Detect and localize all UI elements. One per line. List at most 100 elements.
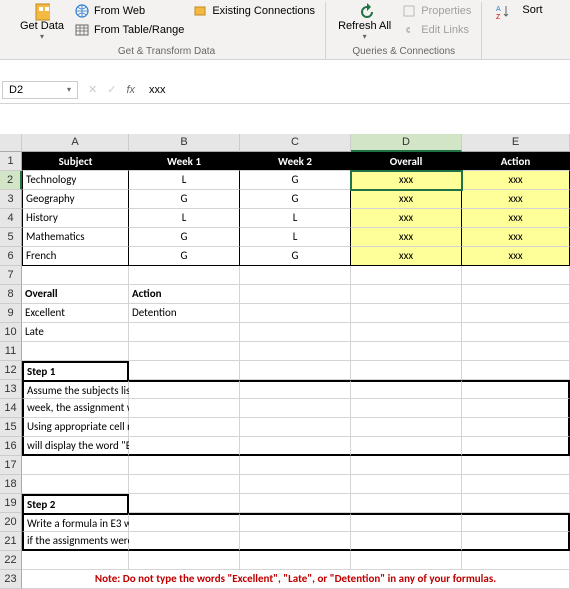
cell[interactable]: will display the word "Excellent" if the… [22,437,129,456]
cell[interactable]: Action [462,152,570,171]
cell[interactable] [351,437,462,456]
cell[interactable]: Late [22,323,129,342]
cell[interactable]: Detention [129,304,240,323]
cell[interactable]: xxx [351,247,462,266]
cell[interactable] [351,361,462,380]
cell[interactable] [462,475,570,494]
cell[interactable] [351,475,462,494]
from-table-button[interactable]: From Table/Range [72,21,186,39]
cell[interactable] [351,532,462,551]
cell[interactable]: xxx [462,247,570,266]
cell[interactable]: L [240,209,351,228]
cell[interactable] [351,304,462,323]
cell[interactable] [462,513,570,532]
cell[interactable]: Mathematics [22,228,129,247]
cell[interactable] [240,551,351,570]
select-all-corner[interactable] [0,134,22,152]
cell[interactable] [129,361,240,380]
cell[interactable]: xxx [351,209,462,228]
row-header[interactable]: 13 [0,380,22,399]
cell[interactable] [22,342,129,361]
cell[interactable] [351,380,462,399]
cell[interactable] [240,475,351,494]
cell[interactable] [240,342,351,361]
cell[interactable] [351,399,462,418]
cell[interactable]: History [22,209,129,228]
cell[interactable]: Action [129,285,240,304]
cell[interactable] [129,342,240,361]
cell[interactable] [351,285,462,304]
cell[interactable]: G [129,247,240,266]
row-header[interactable]: 5 [0,228,22,247]
row-header[interactable]: 8 [0,285,22,304]
cell[interactable] [240,323,351,342]
cell[interactable]: L [240,228,351,247]
cell[interactable] [351,551,462,570]
cell[interactable] [240,532,351,551]
cell[interactable] [22,551,129,570]
cell[interactable] [462,551,570,570]
cell[interactable] [22,456,129,475]
row-header[interactable]: 17 [0,456,22,475]
cell[interactable]: xxx [462,190,570,209]
cell[interactable]: G [240,247,351,266]
cell[interactable] [351,266,462,285]
cell[interactable] [240,494,351,513]
col-header[interactable]: C [240,134,351,152]
row-header[interactable]: 4 [0,209,22,228]
cell[interactable]: Write a formula in E3 which can be copie… [22,513,129,532]
cell[interactable] [129,513,240,532]
cell[interactable] [22,266,129,285]
cell[interactable] [462,532,570,551]
col-header[interactable]: E [462,134,570,152]
cell[interactable]: Step 2 [22,494,129,513]
cell[interactable] [240,304,351,323]
cell[interactable] [129,494,240,513]
row-header[interactable]: 20 [0,513,22,532]
cell[interactable]: Overall [22,285,129,304]
cell[interactable] [129,551,240,570]
row-header[interactable]: 1 [0,152,22,171]
cell[interactable]: L [129,171,240,190]
cell[interactable] [129,437,240,456]
cell[interactable]: Excellent [22,304,129,323]
row-header[interactable]: 22 [0,551,22,570]
cell[interactable] [462,342,570,361]
cell-active[interactable]: xxx [351,171,462,190]
cell[interactable]: Week 1 [129,152,240,171]
cell[interactable]: Note: Do not type the words "Excellent",… [22,570,570,589]
cell[interactable] [462,361,570,380]
cell[interactable] [462,380,570,399]
cell[interactable] [240,266,351,285]
cell[interactable]: xxx [462,171,570,190]
cell[interactable]: G [240,171,351,190]
fx-icon[interactable]: fx [126,84,135,96]
cell[interactable] [240,380,351,399]
cell[interactable] [462,456,570,475]
row-header[interactable]: 18 [0,475,22,494]
cell[interactable] [351,513,462,532]
cell[interactable] [240,361,351,380]
cell[interactable] [240,285,351,304]
cell[interactable] [351,418,462,437]
cell[interactable] [240,418,351,437]
cell[interactable] [240,513,351,532]
cell[interactable] [129,456,240,475]
cell[interactable] [462,418,570,437]
cell[interactable] [129,475,240,494]
refresh-all-button[interactable]: Refresh All ▾ [334,2,395,43]
row-header[interactable]: 14 [0,399,22,418]
cell[interactable] [129,323,240,342]
col-header[interactable]: D [351,134,462,152]
cell[interactable] [129,532,240,551]
cell[interactable]: Using appropriate cell references, write… [22,418,129,437]
cell[interactable]: Assume the subjects listed above are for… [22,380,129,399]
row-header[interactable]: 19 [0,494,22,513]
existing-connections-button[interactable]: Existing Connections [190,2,317,20]
cell[interactable]: xxx [462,209,570,228]
cell[interactable]: Subject [22,152,129,171]
row-header[interactable]: 10 [0,323,22,342]
cell[interactable] [129,418,240,437]
cell[interactable] [129,399,240,418]
col-header[interactable]: B [129,134,240,152]
